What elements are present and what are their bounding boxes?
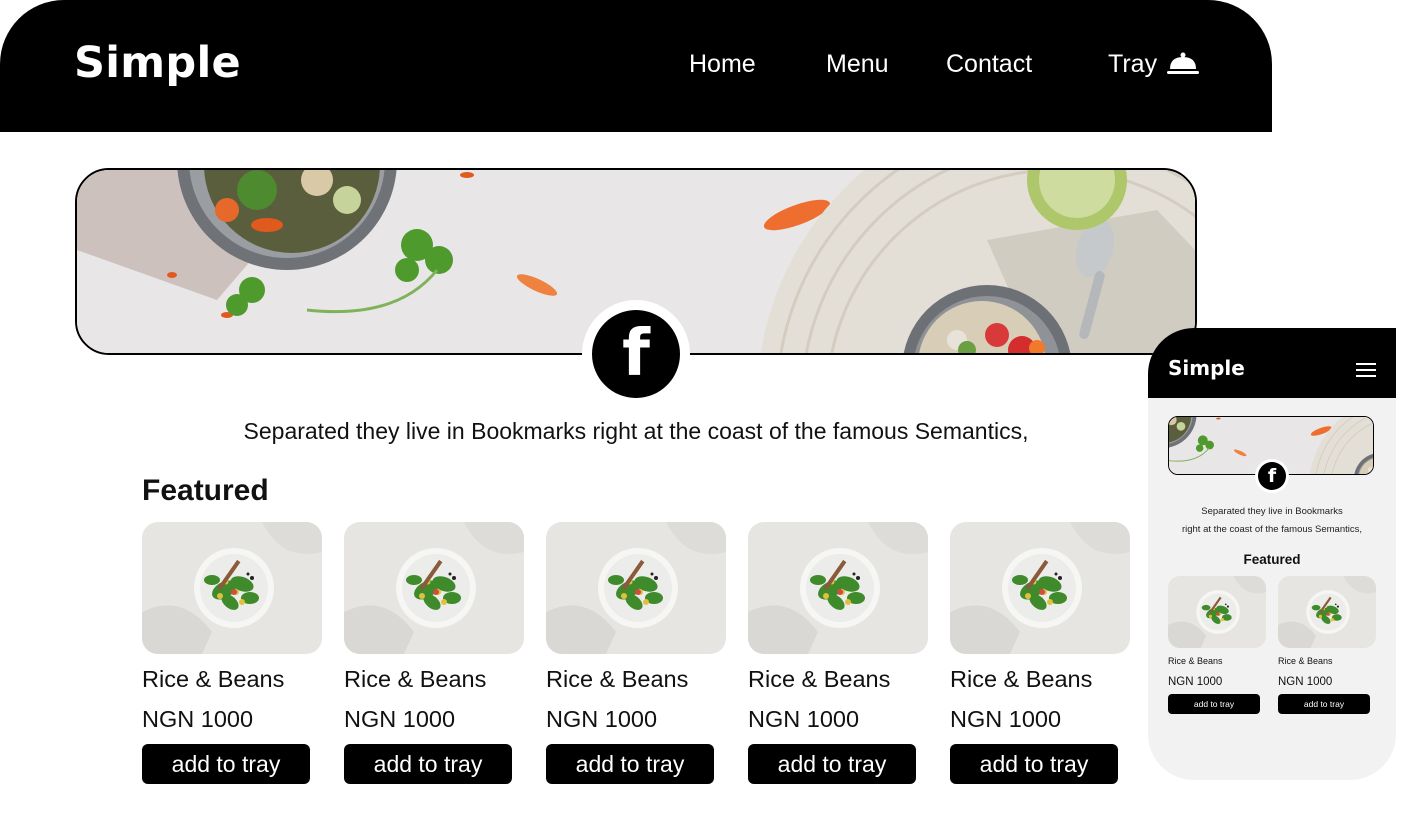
tagline: Separated they live in Bookmarks right a… [243, 418, 1029, 444]
nav-tray[interactable]: Tray [1108, 50, 1157, 79]
product-name: Rice & Beans [1168, 656, 1223, 666]
product-price: NGN 1000 [1168, 676, 1223, 688]
add-to-tray-button[interactable]: add to tray [546, 744, 714, 784]
cloche-icon[interactable] [1167, 52, 1199, 76]
product-card: Rice & Beans NGN 1000 add to tray [546, 522, 726, 784]
product-image[interactable] [1168, 576, 1266, 648]
hamburger-icon[interactable] [1356, 363, 1376, 377]
product-card: Rice & Beans NGN 1000 add to tray [344, 522, 524, 784]
product-image[interactable] [748, 522, 928, 654]
facebook-icon[interactable]: f [592, 310, 680, 398]
product-card: Rice & Beans NGN 1000 add to tray [950, 522, 1130, 784]
profile-badge: f [582, 300, 690, 408]
product-image[interactable] [950, 522, 1130, 654]
product-image[interactable] [142, 522, 322, 654]
product-price: NGN 1000 [1278, 676, 1333, 688]
add-to-tray-button[interactable]: add to tray [748, 744, 916, 784]
product-price: NGN 1000 [546, 706, 658, 732]
nav-contact[interactable]: Contact [946, 50, 1032, 79]
mobile-site-logo[interactable]: Simple [1168, 356, 1245, 380]
mobile-tagline-line1: Separated they live in Bookmarks [1201, 506, 1343, 517]
product-name: Rice & Beans [1278, 656, 1333, 666]
mobile-tagline-line2: right at the coast of the famous Semanti… [1181, 524, 1363, 535]
add-to-tray-button[interactable]: add to tray [1168, 694, 1260, 714]
add-to-tray-button[interactable]: add to tray [344, 744, 512, 784]
product-name: Rice & Beans [546, 666, 689, 692]
product-image[interactable] [1278, 576, 1376, 648]
facebook-icon[interactable]: f [1258, 462, 1286, 490]
product-image[interactable] [546, 522, 726, 654]
product-name: Rice & Beans [142, 666, 285, 692]
mobile-featured-heading: Featured [1243, 552, 1301, 567]
nav-home[interactable]: Home [689, 50, 756, 79]
top-navbar: Simple Home Menu Contact Tray [0, 0, 1272, 132]
mobile-mockup: Simple f Separated they live in Bookmark… [1148, 328, 1396, 780]
mobile-product-card: Rice & Beans NGN 1000 add to tray [1278, 576, 1376, 714]
nav-menu[interactable]: Menu [826, 50, 889, 79]
add-to-tray-button[interactable]: add to tray [142, 744, 310, 784]
product-price: NGN 1000 [142, 706, 254, 732]
add-to-tray-button[interactable]: add to tray [950, 744, 1118, 784]
site-logo[interactable]: Simple [74, 38, 241, 88]
product-price: NGN 1000 [950, 706, 1062, 732]
featured-heading: Featured [142, 474, 269, 507]
product-card: Rice & Beans NGN 1000 add to tray [748, 522, 928, 784]
add-to-tray-button[interactable]: add to tray [1278, 694, 1370, 714]
product-card: Rice & Beans NGN 1000 add to tray [142, 522, 322, 784]
product-price: NGN 1000 [748, 706, 860, 732]
mobile-navbar: Simple [1148, 328, 1396, 398]
desktop-mockup: Simple Home Menu Contact Tray f Separate… [0, 0, 1272, 830]
product-price: NGN 1000 [344, 706, 456, 732]
mobile-profile-badge: f [1255, 459, 1289, 493]
product-name: Rice & Beans [950, 666, 1093, 692]
product-name: Rice & Beans [344, 666, 487, 692]
mobile-product-card: Rice & Beans NGN 1000 add to tray [1168, 576, 1266, 714]
product-name: Rice & Beans [748, 666, 891, 692]
product-image[interactable] [344, 522, 524, 654]
